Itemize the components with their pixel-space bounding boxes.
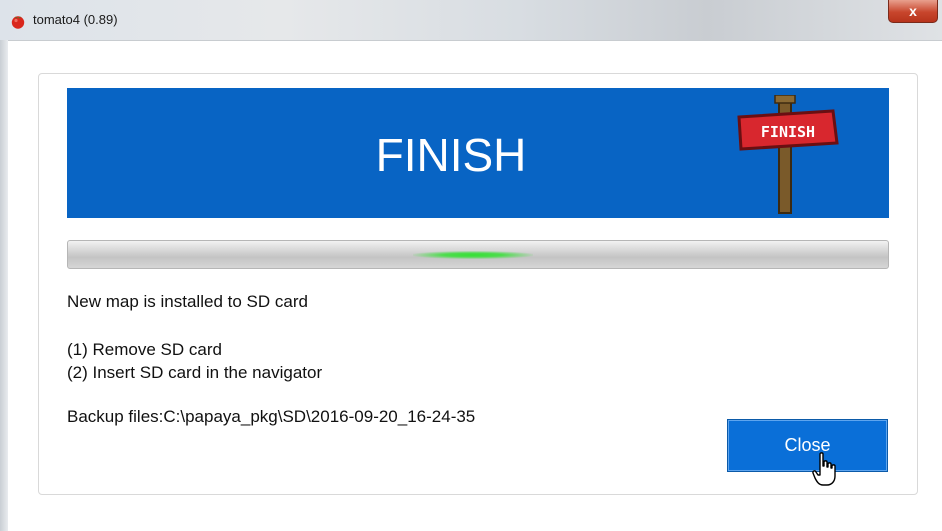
backup-path: Backup files:C:\papaya_pkg\SD\2016-09-20… xyxy=(67,407,476,426)
step-insert-sd: (2) Insert SD card in the navigator xyxy=(67,363,323,382)
finish-sign-icon: FINISH xyxy=(737,95,839,214)
title-bar: tomato4 (0.89) x xyxy=(0,0,942,41)
step-remove-sd: (1) Remove SD card xyxy=(67,340,222,359)
close-icon: x xyxy=(909,3,917,19)
finish-sign-text: FINISH xyxy=(761,123,815,141)
window-frame-left xyxy=(0,40,8,531)
finish-banner: FINISH FINISH xyxy=(67,88,889,218)
banner-title: FINISH xyxy=(375,129,527,181)
window-title: tomato4 (0.89) xyxy=(33,12,118,27)
progress-indicator xyxy=(413,251,533,259)
tomato-icon xyxy=(11,16,25,29)
progress-bar xyxy=(67,240,889,269)
hand-cursor-icon xyxy=(812,452,836,486)
close-button[interactable]: Close xyxy=(727,419,888,472)
window-close-button[interactable]: x xyxy=(888,0,938,23)
install-message: New map is installed to SD card xyxy=(67,292,308,311)
